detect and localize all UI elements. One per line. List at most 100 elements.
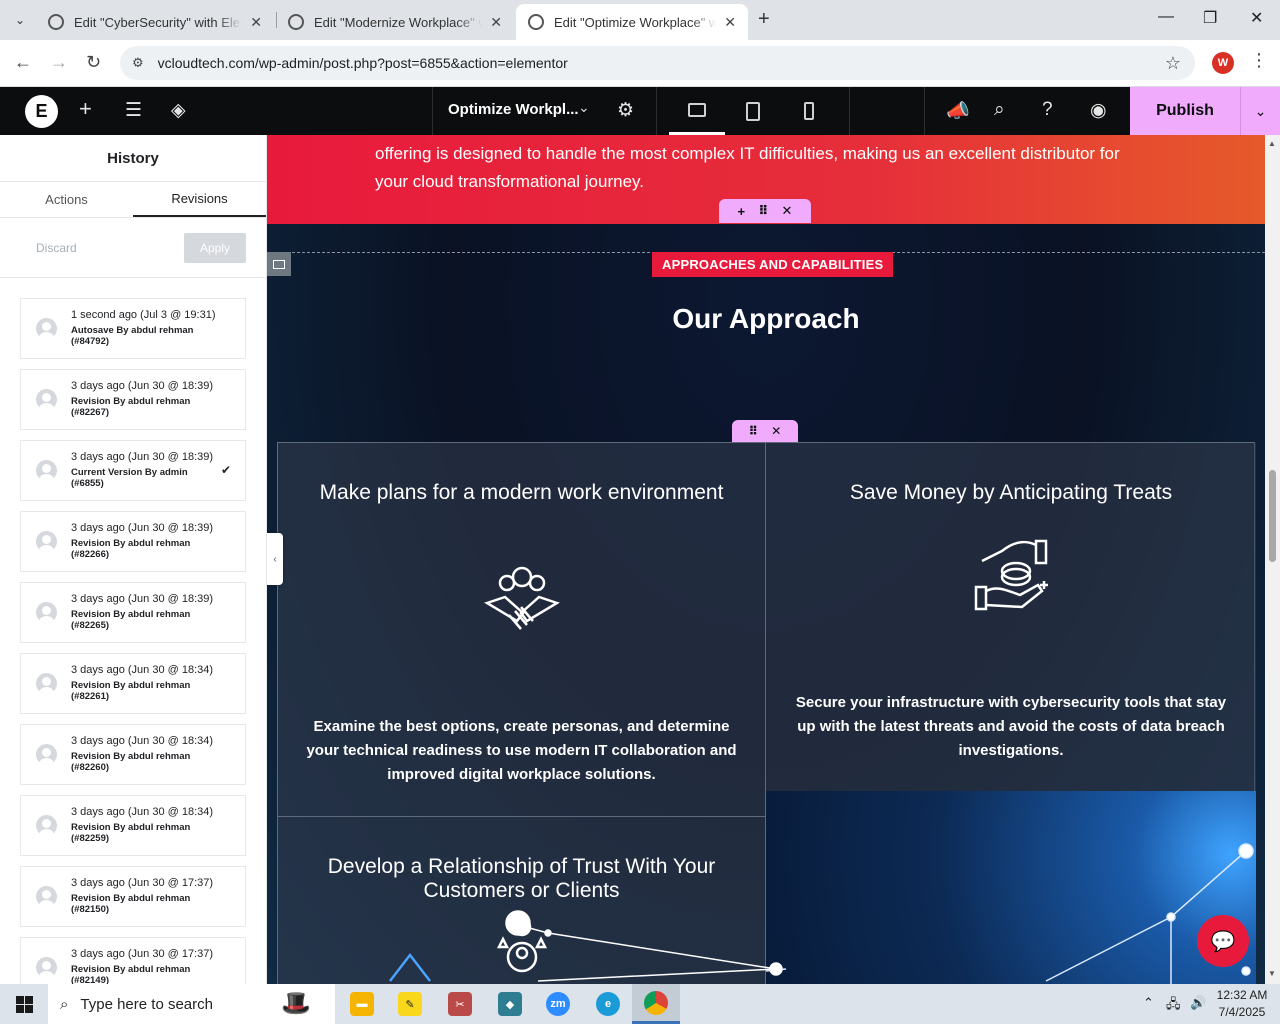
drag-handle-icon[interactable]: ⠿ — [758, 203, 768, 219]
revision-author: Revision By abdul rehman (#82265) — [71, 609, 191, 631]
show-hidden-icons-chevron-icon[interactable]: ⌃ — [1143, 995, 1154, 1011]
windows-taskbar: ⌕ Type here to search 🎩 ▬ ✎ ✂ ◆ zm e ⌃ 🖧… — [0, 984, 1280, 1024]
avatar — [36, 673, 57, 694]
revision-item[interactable]: 3 days ago (Jun 30 @ 18:34) Revision By … — [20, 724, 246, 785]
revision-item-current[interactable]: 3 days ago (Jun 30 @ 18:39) Current Vers… — [20, 440, 246, 501]
tablet-view-icon[interactable] — [725, 87, 781, 135]
close-tab-icon[interactable]: ✕ — [490, 14, 502, 31]
scroll-down-icon[interactable]: ▼ — [1268, 969, 1276, 978]
editor-canvas: offering is designed to handle the most … — [267, 135, 1265, 984]
url-field[interactable]: ⚙ vcloudtech.com/wp-admin/post.php?post=… — [120, 46, 1195, 80]
restore-icon[interactable]: ❐ — [1203, 8, 1217, 28]
publish-button[interactable]: Publish — [1130, 87, 1240, 135]
revision-date: 3 days ago (Jun 30 @ 18:39) — [71, 451, 214, 463]
notifications-megaphone-icon[interactable]: 📣 — [946, 99, 970, 123]
url-text[interactable]: vcloudtech.com/wp-admin/post.php?post=68… — [158, 55, 568, 71]
preview-eye-icon[interactable]: ◉ — [1090, 99, 1107, 122]
revision-author: Revision By abdul rehman (#82259) — [71, 822, 191, 844]
money-hand-icon — [968, 533, 1054, 624]
publish-options-chevron-icon[interactable]: ⌄ — [1240, 87, 1280, 135]
revision-item[interactable]: 3 days ago (Jun 30 @ 18:34) Revision By … — [20, 795, 246, 856]
network-icon[interactable]: 🖧 — [1166, 995, 1181, 1017]
browser-menu-icon[interactable]: ⋮ — [1250, 50, 1268, 71]
profile-avatar[interactable]: W — [1212, 52, 1234, 74]
revision-item[interactable]: 3 days ago (Jun 30 @ 18:39) Revision By … — [20, 369, 246, 430]
chevron-down-icon[interactable]: ⌄ — [578, 99, 590, 116]
reload-icon[interactable]: ↻ — [86, 52, 101, 73]
avatar — [36, 886, 57, 907]
revision-list: 1 second ago (Jul 3 @ 19:31) Autosave By… — [0, 278, 266, 984]
revision-item[interactable]: 3 days ago (Jun 30 @ 18:39) Revision By … — [20, 582, 246, 643]
forward-icon[interactable]: → — [50, 52, 68, 73]
card-save-money[interactable]: Save Money by Anticipating Treats Secure… — [766, 443, 1256, 791]
scrollbar-thumb[interactable] — [1269, 470, 1276, 562]
intro-text: offering is designed to handle the most … — [375, 144, 1120, 191]
close-tab-icon[interactable]: ✕ — [724, 14, 736, 31]
revision-item[interactable]: 3 days ago (Jun 30 @ 17:37) Revision By … — [20, 866, 246, 927]
container-handle[interactable]: ⠿ ✕ — [732, 420, 798, 442]
divider — [924, 87, 925, 135]
close-tab-icon[interactable]: ✕ — [250, 14, 262, 31]
edit-container-icon[interactable] — [267, 252, 291, 276]
delete-section-icon[interactable]: ✕ — [782, 203, 793, 219]
site-settings-icon[interactable]: ⚙ — [132, 55, 144, 71]
discard-button[interactable]: Discard — [36, 241, 77, 255]
search-icon[interactable]: ⌕ — [994, 99, 1005, 121]
canvas-scrollbar[interactable]: ▲ ▼ — [1265, 135, 1280, 984]
scroll-up-icon[interactable]: ▲ — [1268, 139, 1276, 148]
close-window-icon[interactable]: ✕ — [1250, 8, 1263, 28]
revision-item[interactable]: 3 days ago (Jun 30 @ 17:37) Revision By … — [20, 937, 246, 984]
revision-item[interactable]: 1 second ago (Jul 3 @ 19:31) Autosave By… — [20, 298, 246, 359]
chat-bubble-icon[interactable]: 💬 — [1197, 915, 1249, 967]
browser-tab-2[interactable]: Edit "Modernize Workplace" with Elemento… — [276, 4, 514, 40]
app-diamond-icon[interactable]: ◆ — [486, 984, 534, 1024]
collapse-panel-chevron-icon[interactable]: ‹ — [267, 533, 283, 585]
mobile-view-icon[interactable] — [781, 87, 837, 135]
sticky-notes-icon[interactable]: ✎ — [386, 984, 434, 1024]
avatar — [36, 531, 57, 552]
page-settings-gear-icon[interactable]: ⚙ — [617, 99, 634, 122]
avatar — [36, 460, 57, 481]
approaches-badge[interactable]: APPROACHES AND CAPABILITIES — [652, 252, 894, 277]
avatar — [36, 389, 57, 410]
desktop-view-icon[interactable] — [669, 87, 725, 135]
site-settings-sliders-icon[interactable]: ☰ — [125, 99, 142, 122]
help-icon[interactable]: ? — [1042, 99, 1053, 121]
tab-actions[interactable]: Actions — [0, 182, 133, 217]
avatar — [36, 815, 57, 836]
revision-item[interactable]: 3 days ago (Jun 30 @ 18:34) Revision By … — [20, 653, 246, 714]
file-explorer-icon[interactable]: ▬ — [338, 984, 386, 1024]
browser-tab-3[interactable]: Edit "Optimize Workplace" with Elementor… — [516, 4, 748, 40]
delete-container-icon[interactable]: ✕ — [771, 424, 781, 438]
back-icon[interactable]: ← — [14, 52, 32, 73]
zoom-icon[interactable]: zm — [534, 984, 582, 1024]
windows-start-icon[interactable] — [0, 984, 48, 1024]
revision-item[interactable]: 3 days ago (Jun 30 @ 18:39) Revision By … — [20, 511, 246, 572]
apply-button[interactable]: Apply — [184, 232, 246, 263]
clock-time: 12:32 AM — [1216, 988, 1268, 1002]
structure-layers-icon[interactable]: ◈ — [171, 99, 186, 122]
minimize-icon[interactable]: — — [1158, 8, 1174, 26]
add-element-icon[interactable]: + — [79, 96, 92, 122]
bookmark-star-icon[interactable]: ☆ — [1165, 53, 1181, 74]
tab-search-icon[interactable]: ⌄ — [8, 8, 32, 32]
card-modern-work[interactable]: Make plans for a modern work environment… — [278, 443, 766, 816]
checkmark-icon: ✔ — [220, 463, 231, 477]
add-section-icon[interactable]: + — [738, 204, 746, 219]
revision-date: 3 days ago (Jun 30 @ 18:34) — [71, 806, 214, 818]
new-tab-icon[interactable]: + — [758, 8, 770, 31]
volume-icon[interactable]: 🔊 — [1190, 995, 1206, 1011]
elementor-logo-icon[interactable]: E — [25, 95, 58, 128]
section-heading[interactable]: Our Approach — [267, 303, 1265, 335]
edge-browser-icon[interactable]: e — [584, 984, 632, 1024]
drag-handle-icon[interactable]: ⠿ — [749, 424, 758, 438]
browser-tab-1[interactable]: Edit "CyberSecurity" with Elementor ✕ — [36, 4, 274, 40]
section-handle[interactable]: + ⠿ ✕ — [719, 199, 811, 223]
taskbar-search-field[interactable]: ⌕ Type here to search 🎩 — [48, 984, 335, 1024]
system-clock[interactable]: 12:32 AM 7/4/2025 — [1212, 987, 1272, 1021]
document-title[interactable]: Optimize Workpl... — [448, 101, 579, 118]
tab-revisions[interactable]: Revisions — [133, 182, 266, 217]
revision-author: Revision By abdul rehman (#82260) — [71, 751, 191, 773]
chrome-browser-icon[interactable] — [632, 984, 680, 1024]
snipping-tool-icon[interactable]: ✂ — [436, 984, 484, 1024]
